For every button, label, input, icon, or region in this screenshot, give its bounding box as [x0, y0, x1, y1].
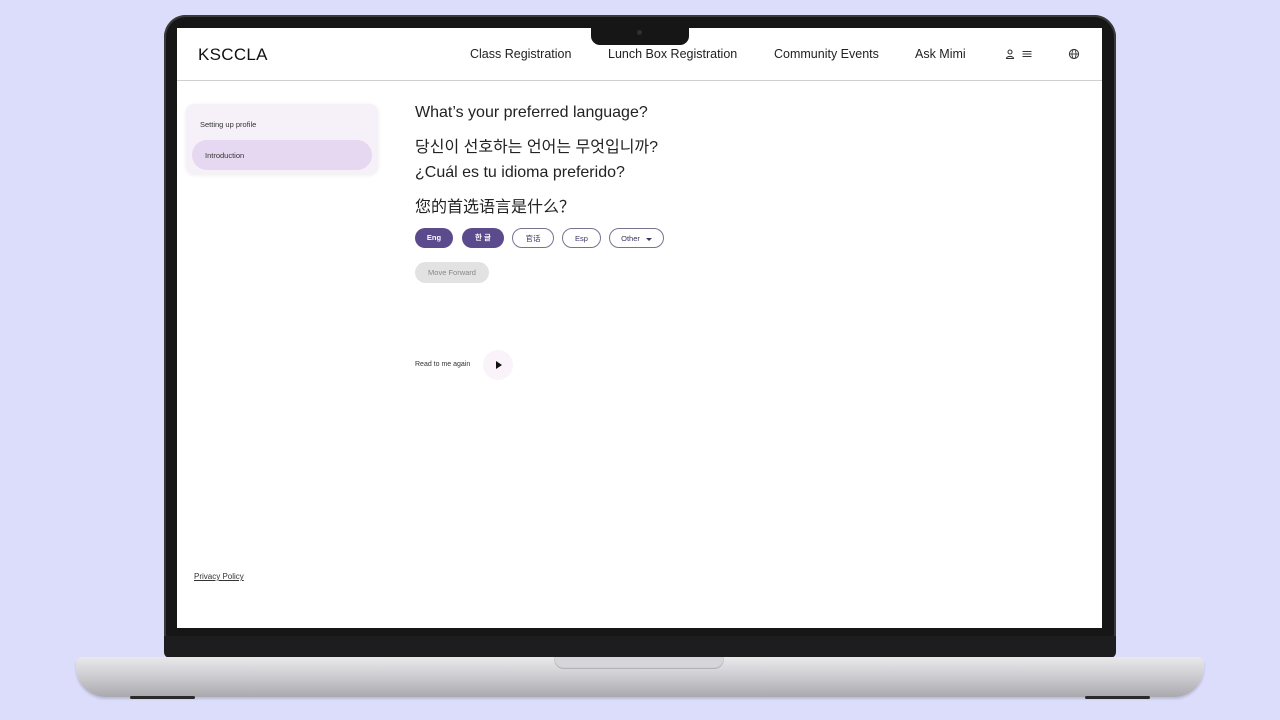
question-korean: 당신이 선호하는 언어는 무엇입니까? [415, 139, 659, 156]
read-again-label: Read to me again [415, 361, 471, 368]
lang-korean-button[interactable]: 한 글 [462, 228, 504, 248]
laptop-foot-left [130, 696, 195, 699]
user-icon[interactable] [1004, 48, 1016, 60]
privacy-policy-link[interactable]: Privacy Policy [194, 572, 244, 581]
screen: KSCCLA Class Registration Lunch Box Regi… [177, 28, 1102, 628]
lang-other-dropdown[interactable]: Other [609, 228, 664, 248]
profile-sidebar: Setting up profile Introduction [186, 104, 378, 174]
nav-community-events[interactable]: Community Events [774, 47, 879, 61]
lang-esp-button[interactable]: Esp [562, 228, 601, 248]
question-spanish: ¿Cuál es tu idioma preferido? [415, 164, 625, 181]
lang-eng-button[interactable]: Eng [415, 228, 453, 248]
nav-ask-mimi[interactable]: Ask Mimi [915, 47, 966, 61]
laptop-foot-right [1085, 696, 1150, 699]
laptop-hinge [164, 636, 1116, 658]
sidebar-item-label: Introduction [205, 151, 245, 160]
nav-class-registration[interactable]: Class Registration [470, 47, 571, 61]
laptop-base [76, 657, 1204, 697]
play-icon [496, 361, 502, 369]
globe-icon[interactable] [1068, 48, 1080, 60]
move-forward-button[interactable]: Move Forward [415, 262, 489, 283]
menu-icon[interactable] [1021, 48, 1033, 60]
chevron-down-icon [645, 237, 652, 241]
sidebar-item-introduction[interactable]: Introduction [192, 140, 372, 170]
lang-mandarin-button[interactable]: 官话 [512, 228, 554, 248]
lang-other-label: Other [621, 234, 640, 243]
camera-notch [591, 27, 689, 45]
nav-lunch-box-registration[interactable]: Lunch Box Registration [608, 47, 737, 61]
question-english: What’s your preferred language? [415, 104, 648, 121]
sidebar-heading: Setting up profile [200, 120, 257, 129]
play-audio-button[interactable] [483, 350, 513, 380]
question-chinese: 您的首选语言是什么？ [415, 199, 576, 216]
laptop-thumb-notch [554, 657, 724, 669]
camera-icon [637, 30, 642, 35]
brand-logo[interactable]: KSCCLA [198, 45, 268, 65]
